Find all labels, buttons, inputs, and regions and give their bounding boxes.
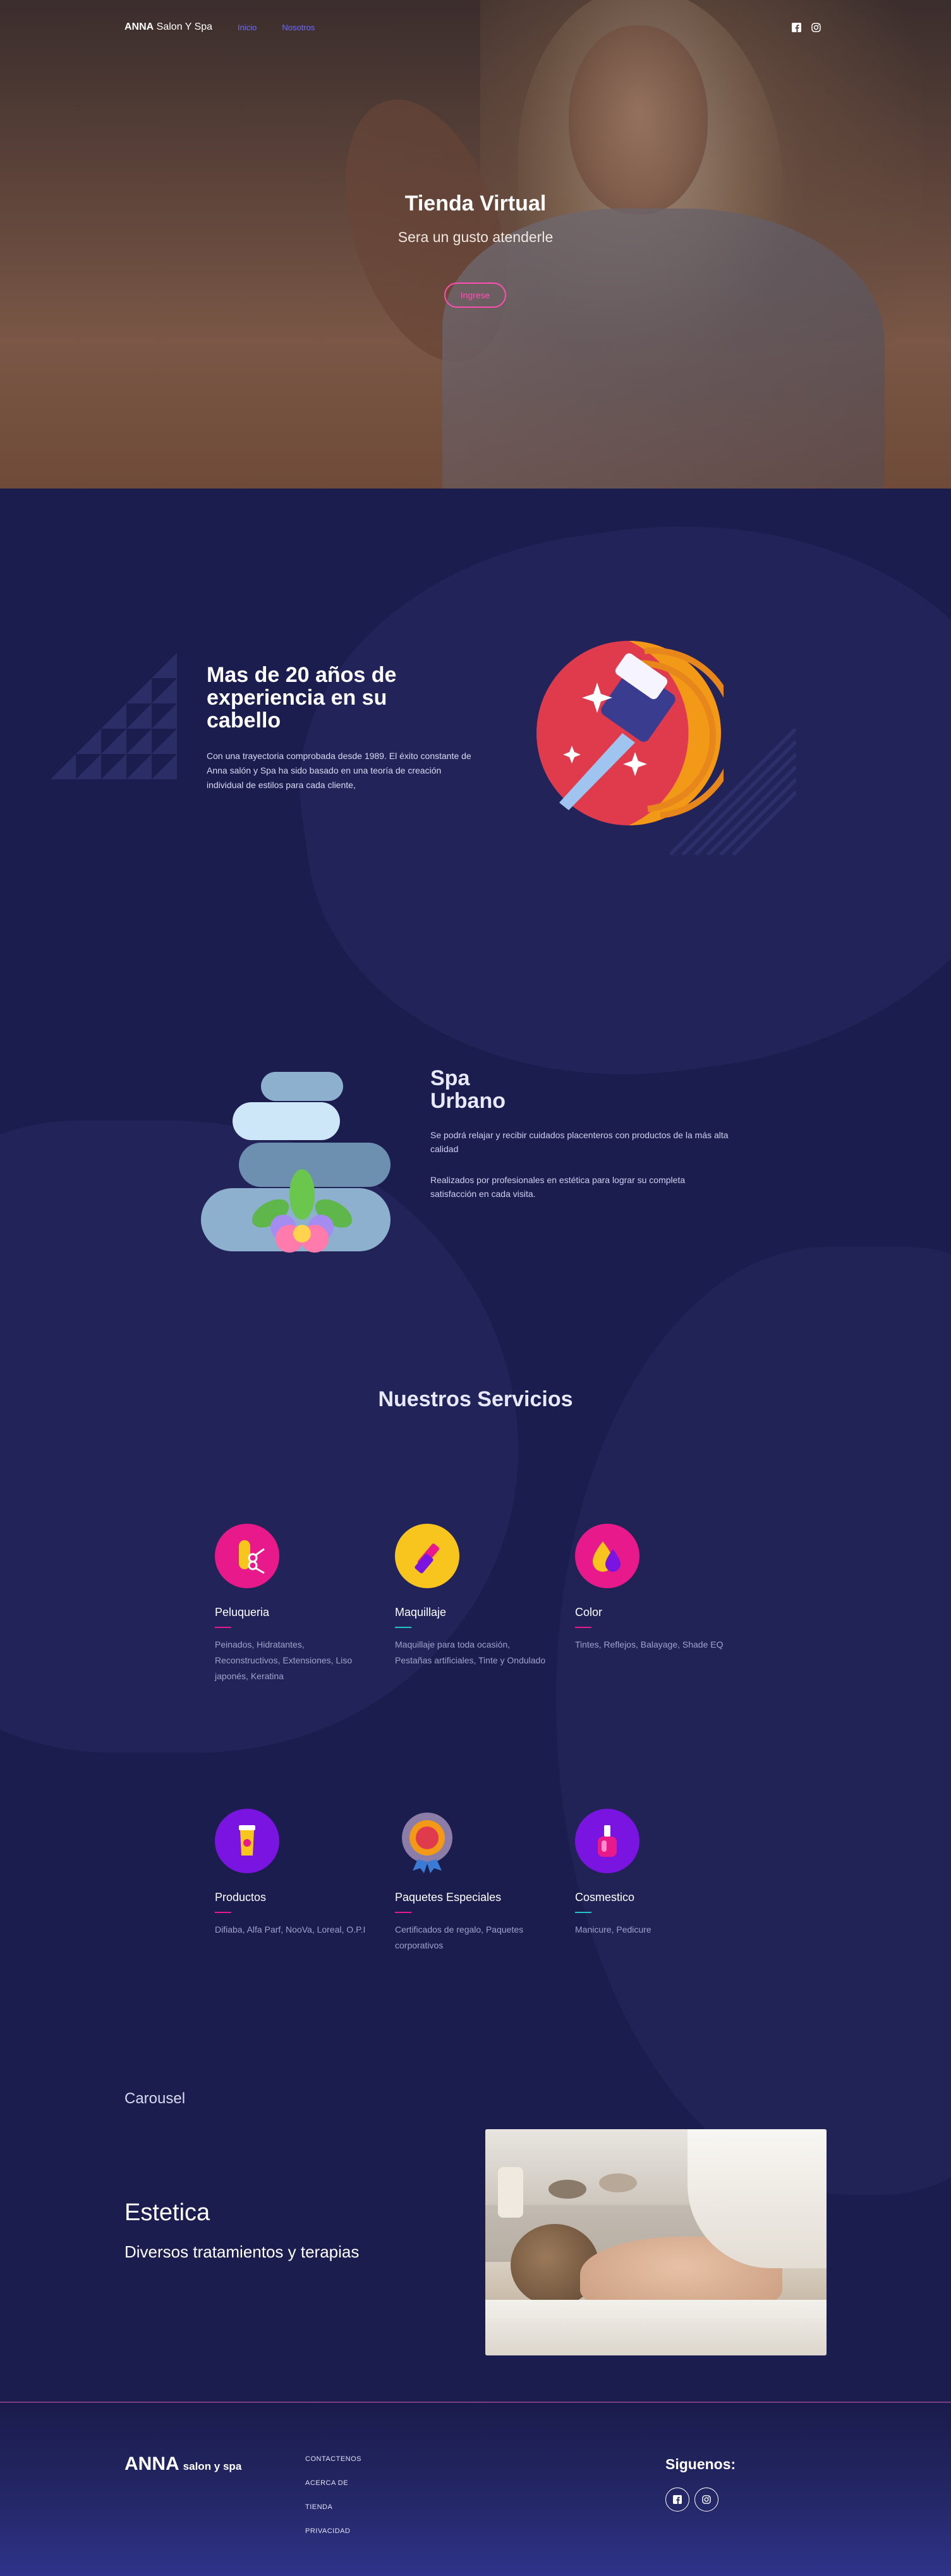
top-navbar: ANNA Salon Y Spa Inicio Nosotros <box>124 19 821 35</box>
footer-link-privacidad[interactable]: PRIVACIDAD <box>305 2527 361 2551</box>
service-name: Peluqueria <box>215 1606 270 1619</box>
hero-subtitle: Sera un gusto atenderle <box>397 229 554 245</box>
footer-link-acerca-de[interactable]: ACERCA DE <box>305 2479 361 2503</box>
product-tube-icon <box>215 1809 279 1873</box>
hero-section: ANNA Salon Y Spa Inicio Nosotros Tienda … <box>0 0 951 489</box>
service-desc: Maquillaje para toda ocasión, Pestañas a… <box>395 1639 546 1665</box>
color-drop-icon <box>575 1524 639 1588</box>
services-title: Nuestros Servicios <box>378 1387 573 1411</box>
experience-title: Mas de 20 años de experiencia en su cabe… <box>207 663 397 732</box>
award-badge-icon <box>395 1809 459 1873</box>
service-desc: Manicure, Pedicure <box>575 1924 651 1935</box>
service-desc: Tintes, Reflejos, Balayage, Shade EQ <box>575 1639 724 1649</box>
facebook-icon[interactable] <box>792 22 801 32</box>
nail-polish-icon <box>575 1809 639 1873</box>
carousel-slide-title: Estetica <box>124 2199 210 2226</box>
carousel-slide-subtitle: Diversos tratamientos y terapias <box>124 2242 360 2261</box>
hair-scissors-icon <box>215 1524 279 1588</box>
service-desc: Certificados de regalo, Paquetes corpora… <box>395 1924 524 1950</box>
experience-text: Con una trayectoria comprobada desde 198… <box>207 751 471 790</box>
spa-paragraph-2: Realizados por profesionales en estética… <box>430 1175 686 1199</box>
lipstick-icon <box>395 1524 459 1588</box>
service-name: Maquillaje <box>395 1606 447 1619</box>
service-card-peluqueria: Peluqueria Peinados, Hidratantes, Recons… <box>215 1524 366 1684</box>
service-name: Cosmestico <box>575 1891 635 1904</box>
ingrese-button[interactable]: Ingrese <box>444 283 506 308</box>
follow-us-heading: Siguenos: <box>665 2456 736 2472</box>
triangle-pattern-decoration <box>51 653 177 779</box>
instagram-icon[interactable] <box>811 22 821 32</box>
footer-links: CONTACTENOS ACERCA DE TIENDA PRIVACIDAD <box>305 2455 361 2551</box>
footer-link-tienda[interactable]: TIENDA <box>305 2503 361 2527</box>
service-name: Paquetes Especiales <box>395 1891 502 1904</box>
page: ANNA Salon Y Spa Inicio Nosotros Tienda … <box>0 0 951 2576</box>
service-card-productos: Productos Difiaba, Alfa Parf, NooVa, Lor… <box>215 1809 366 1938</box>
service-card-paquetes: Paquetes Especiales Certificados de rega… <box>395 1809 547 1953</box>
hair-dye-brush-icon <box>536 641 724 825</box>
nav-link-nosotros[interactable]: Nosotros <box>282 23 315 32</box>
nav-link-inicio[interactable]: Inicio <box>238 23 257 32</box>
spa-stones-icon <box>201 1072 391 1253</box>
footer-brand[interactable]: ANNA salon y spa <box>124 2453 241 2475</box>
service-card-cosmestico: Cosmestico Manicure, Pedicure <box>575 1809 727 1938</box>
brand-logo[interactable]: ANNA Salon Y Spa <box>124 21 212 33</box>
service-name: Productos <box>215 1891 267 1904</box>
instagram-icon[interactable] <box>694 2488 718 2512</box>
service-card-color: Color Tintes, Reflejos, Balayage, Shade … <box>575 1524 727 1653</box>
service-name: Color <box>575 1606 603 1619</box>
carousel-label: Carousel <box>124 2090 186 2107</box>
spa-paragraph-1: Se podrá relajar y recibir cuidados plac… <box>430 1130 729 1154</box>
footer: ANNA salon y spa CONTACTENOS ACERCA DE TI… <box>0 2402 951 2576</box>
footer-link-contactenos[interactable]: CONTACTENOS <box>305 2455 361 2479</box>
service-desc: Difiaba, Alfa Parf, NooVa, Loreal, O.P.I <box>215 1924 366 1935</box>
service-desc: Peinados, Hidratantes, Reconstructivos, … <box>215 1639 353 1681</box>
service-card-maquillaje: Maquillaje Maquillaje para toda ocasión,… <box>395 1524 547 1668</box>
facebook-icon[interactable] <box>665 2488 689 2512</box>
spa-title: Spa Urbano <box>430 1066 506 1113</box>
hero-title: Tienda Virtual <box>404 191 547 216</box>
carousel-slide-image[interactable] <box>485 2129 827 2355</box>
